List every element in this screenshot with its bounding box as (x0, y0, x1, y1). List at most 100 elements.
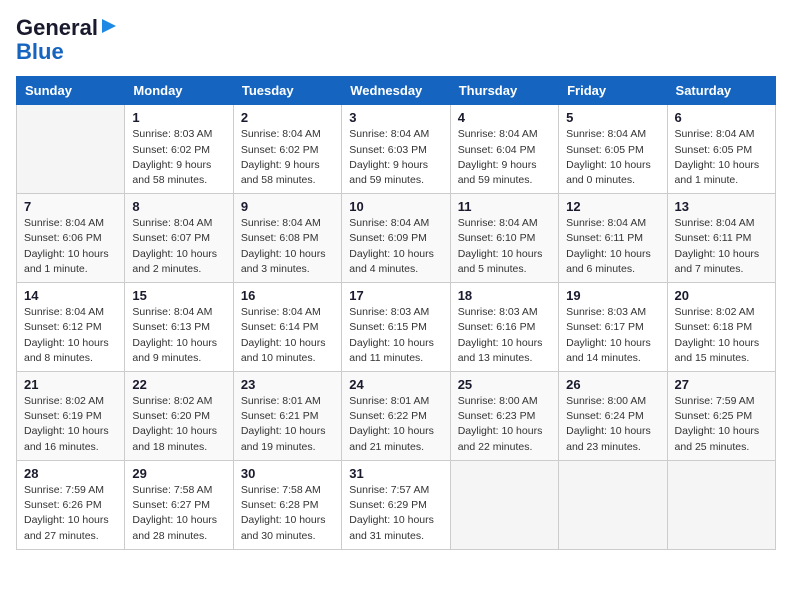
weekday-header: Monday (125, 77, 233, 105)
calendar-body: 1 Sunrise: 8:03 AMSunset: 6:02 PMDaylight… (17, 105, 776, 549)
weekday-header: Saturday (667, 77, 775, 105)
calendar-cell: 9Sunrise: 8:04 AMSunset: 6:08 PMDaylight… (233, 194, 341, 283)
day-info: Sunrise: 8:04 AMSunset: 6:13 PMDaylight:… (132, 305, 225, 366)
day-number: 29 (132, 466, 225, 481)
calendar-cell: 21 Sunrise: 8:02 AMSunset: 6:19 PMDayligh… (17, 372, 125, 461)
calendar-cell: 13 Sunrise: 8:04 AMSunset: 6:11 PMDayligh… (667, 194, 775, 283)
day-info: Sunrise: 8:02 AMSunset: 6:19 PMDaylight:… (24, 394, 117, 455)
day-info: Sunrise: 8:04 AMSunset: 6:05 PMDaylight:… (675, 127, 768, 188)
day-info: Sunrise: 8:04 AMSunset: 6:07 PMDaylight:… (132, 216, 225, 277)
calendar-cell: 27 Sunrise: 7:59 AMSunset: 6:25 PMDayligh… (667, 372, 775, 461)
day-number: 19 (566, 288, 659, 303)
weekday-header: Thursday (450, 77, 558, 105)
weekday-header: Tuesday (233, 77, 341, 105)
day-number: 31 (349, 466, 442, 481)
day-number: 11 (458, 199, 551, 214)
day-info: Sunrise: 7:59 AMSunset: 6:26 PMDaylight:… (24, 483, 117, 544)
calendar-cell: 1 Sunrise: 8:03 AMSunset: 6:02 PMDaylight… (125, 105, 233, 194)
day-number: 13 (675, 199, 768, 214)
weekday-header: Friday (559, 77, 667, 105)
day-info: Sunrise: 8:04 AMSunset: 6:08 PMDaylight:… (241, 216, 334, 277)
logo-arrow-icon (100, 17, 118, 35)
logo-text: General (16, 16, 98, 40)
calendar-cell (667, 460, 775, 549)
day-number: 5 (566, 110, 659, 125)
day-number: 22 (132, 377, 225, 392)
calendar-cell: 18Sunrise: 8:03 AMSunset: 6:16 PMDayligh… (450, 283, 558, 372)
day-info: Sunrise: 8:03 AMSunset: 6:16 PMDaylight:… (458, 305, 551, 366)
day-number: 21 (24, 377, 117, 392)
calendar-cell: 22 Sunrise: 8:02 AMSunset: 6:20 PMDayligh… (125, 372, 233, 461)
day-info: Sunrise: 8:01 AMSunset: 6:22 PMDaylight:… (349, 394, 442, 455)
day-number: 1 (132, 110, 225, 125)
calendar-week-row: 28 Sunrise: 7:59 AMSunset: 6:26 PMDayligh… (17, 460, 776, 549)
day-info: Sunrise: 8:03 AMSunset: 6:02 PMDaylight:… (132, 127, 225, 188)
calendar-cell: 12Sunrise: 8:04 AMSunset: 6:11 PMDayligh… (559, 194, 667, 283)
calendar-cell: 15Sunrise: 8:04 AMSunset: 6:13 PMDayligh… (125, 283, 233, 372)
calendar-cell: 29 Sunrise: 7:58 AMSunset: 6:27 PMDayligh… (125, 460, 233, 549)
calendar-cell: 19 Sunrise: 8:03 AMSunset: 6:17 PMDayligh… (559, 283, 667, 372)
day-info: Sunrise: 8:00 AMSunset: 6:24 PMDaylight:… (566, 394, 659, 455)
calendar-cell: 30 Sunrise: 7:58 AMSunset: 6:28 PMDayligh… (233, 460, 341, 549)
calendar-cell: 8 Sunrise: 8:04 AMSunset: 6:07 PMDaylight… (125, 194, 233, 283)
day-number: 17 (349, 288, 442, 303)
day-info: Sunrise: 7:57 AMSunset: 6:29 PMDaylight:… (349, 483, 442, 544)
day-number: 30 (241, 466, 334, 481)
calendar-cell: 20 Sunrise: 8:02 AMSunset: 6:18 PMDayligh… (667, 283, 775, 372)
calendar-cell: 23 Sunrise: 8:01 AMSunset: 6:21 PMDayligh… (233, 372, 341, 461)
calendar-cell: 4Sunrise: 8:04 AMSunset: 6:04 PMDaylight… (450, 105, 558, 194)
calendar-week-row: 7 Sunrise: 8:04 AMSunset: 6:06 PMDaylight… (17, 194, 776, 283)
calendar-cell: 10Sunrise: 8:04 AMSunset: 6:09 PMDayligh… (342, 194, 450, 283)
day-info: Sunrise: 8:04 AMSunset: 6:05 PMDaylight:… (566, 127, 659, 188)
day-number: 2 (241, 110, 334, 125)
day-info: Sunrise: 8:04 AMSunset: 6:09 PMDaylight:… (349, 216, 442, 277)
day-number: 6 (675, 110, 768, 125)
day-info: Sunrise: 8:04 AMSunset: 6:10 PMDaylight:… (458, 216, 551, 277)
calendar-cell: 25Sunrise: 8:00 AMSunset: 6:23 PMDayligh… (450, 372, 558, 461)
day-number: 8 (132, 199, 225, 214)
day-info: Sunrise: 8:04 AMSunset: 6:12 PMDaylight:… (24, 305, 117, 366)
day-number: 20 (675, 288, 768, 303)
calendar-cell (559, 460, 667, 549)
calendar-cell: 17 Sunrise: 8:03 AMSunset: 6:15 PMDayligh… (342, 283, 450, 372)
calendar-cell: 2 Sunrise: 8:04 AMSunset: 6:02 PMDaylight… (233, 105, 341, 194)
calendar-cell (17, 105, 125, 194)
day-info: Sunrise: 8:04 AMSunset: 6:06 PMDaylight:… (24, 216, 117, 277)
day-number: 23 (241, 377, 334, 392)
day-number: 7 (24, 199, 117, 214)
day-info: Sunrise: 8:04 AMSunset: 6:03 PMDaylight:… (349, 127, 442, 188)
day-info: Sunrise: 7:59 AMSunset: 6:25 PMDaylight:… (675, 394, 768, 455)
calendar-cell: 16 Sunrise: 8:04 AMSunset: 6:14 PMDayligh… (233, 283, 341, 372)
day-info: Sunrise: 8:03 AMSunset: 6:17 PMDaylight:… (566, 305, 659, 366)
weekday-header: Wednesday (342, 77, 450, 105)
day-number: 16 (241, 288, 334, 303)
calendar-cell: 28 Sunrise: 7:59 AMSunset: 6:26 PMDayligh… (17, 460, 125, 549)
day-number: 25 (458, 377, 551, 392)
calendar-cell: 14 Sunrise: 8:04 AMSunset: 6:12 PMDayligh… (17, 283, 125, 372)
calendar-cell: 11 Sunrise: 8:04 AMSunset: 6:10 PMDayligh… (450, 194, 558, 283)
logo: General Blue (16, 16, 118, 64)
calendar-week-row: 1 Sunrise: 8:03 AMSunset: 6:02 PMDaylight… (17, 105, 776, 194)
calendar-header: SundayMondayTuesdayWednesdayThursdayFrid… (17, 77, 776, 105)
day-info: Sunrise: 8:04 AMSunset: 6:11 PMDaylight:… (675, 216, 768, 277)
day-info: Sunrise: 8:02 AMSunset: 6:20 PMDaylight:… (132, 394, 225, 455)
day-info: Sunrise: 8:01 AMSunset: 6:21 PMDaylight:… (241, 394, 334, 455)
day-info: Sunrise: 8:02 AMSunset: 6:18 PMDaylight:… (675, 305, 768, 366)
calendar-cell: 24 Sunrise: 8:01 AMSunset: 6:22 PMDayligh… (342, 372, 450, 461)
calendar-cell: 5 Sunrise: 8:04 AMSunset: 6:05 PMDaylight… (559, 105, 667, 194)
calendar-cell: 7 Sunrise: 8:04 AMSunset: 6:06 PMDaylight… (17, 194, 125, 283)
day-info: Sunrise: 8:04 AMSunset: 6:02 PMDaylight:… (241, 127, 334, 188)
calendar-week-row: 21 Sunrise: 8:02 AMSunset: 6:19 PMDayligh… (17, 372, 776, 461)
calendar-cell: 6 Sunrise: 8:04 AMSunset: 6:05 PMDaylight… (667, 105, 775, 194)
day-info: Sunrise: 8:03 AMSunset: 6:15 PMDaylight:… (349, 305, 442, 366)
day-number: 14 (24, 288, 117, 303)
day-number: 28 (24, 466, 117, 481)
day-info: Sunrise: 8:04 AMSunset: 6:14 PMDaylight:… (241, 305, 334, 366)
calendar-week-row: 14 Sunrise: 8:04 AMSunset: 6:12 PMDayligh… (17, 283, 776, 372)
day-number: 3 (349, 110, 442, 125)
calendar-cell: 31 Sunrise: 7:57 AMSunset: 6:29 PMDayligh… (342, 460, 450, 549)
day-info: Sunrise: 7:58 AMSunset: 6:27 PMDaylight:… (132, 483, 225, 544)
day-number: 24 (349, 377, 442, 392)
day-number: 27 (675, 377, 768, 392)
day-info: Sunrise: 7:58 AMSunset: 6:28 PMDaylight:… (241, 483, 334, 544)
